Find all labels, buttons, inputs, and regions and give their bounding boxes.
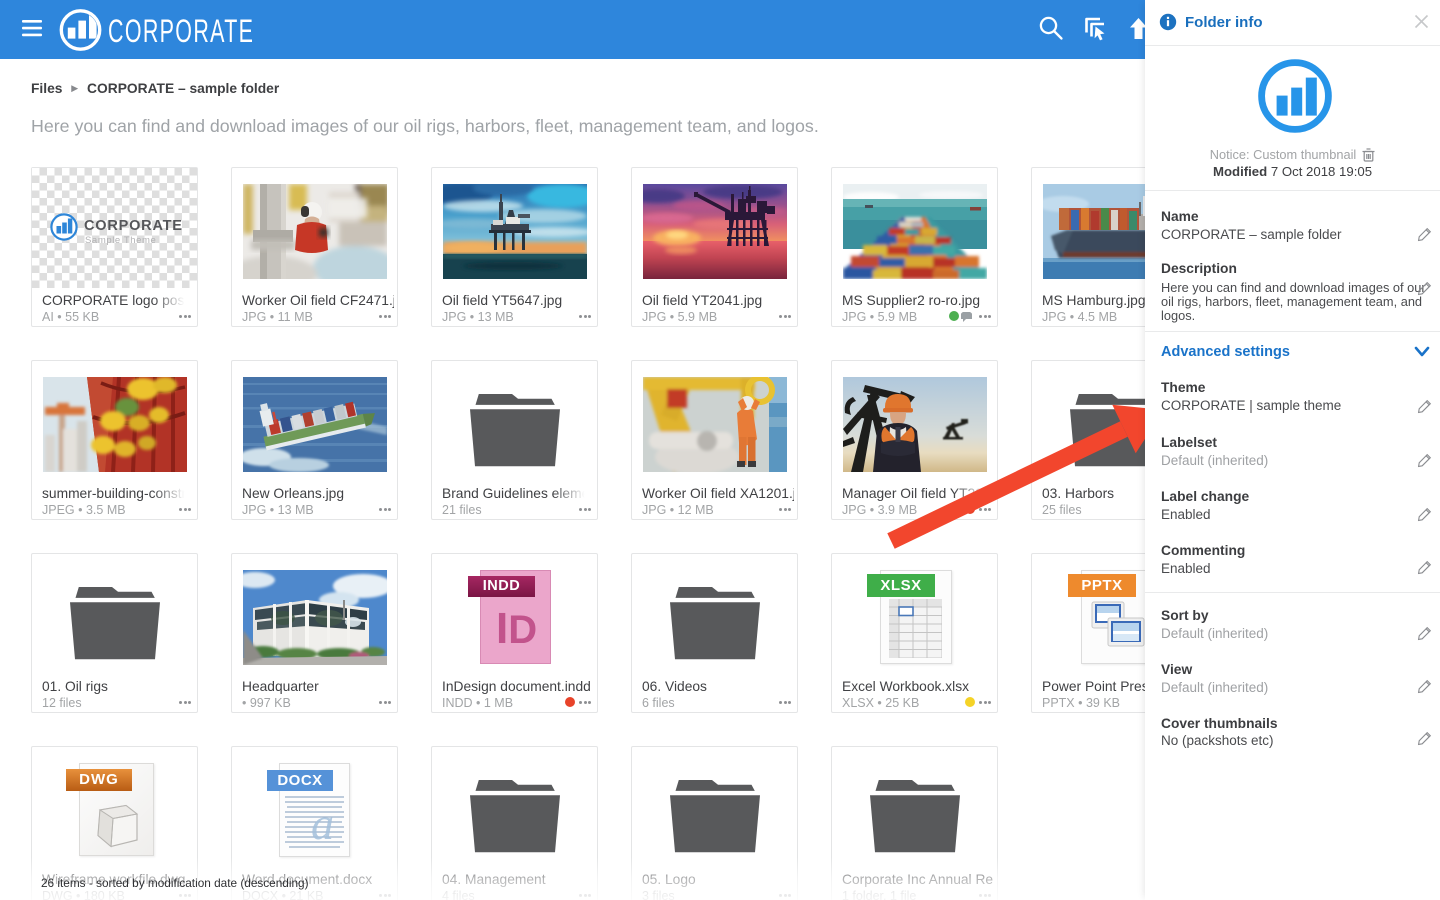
svg-text:a: a	[311, 798, 334, 849]
